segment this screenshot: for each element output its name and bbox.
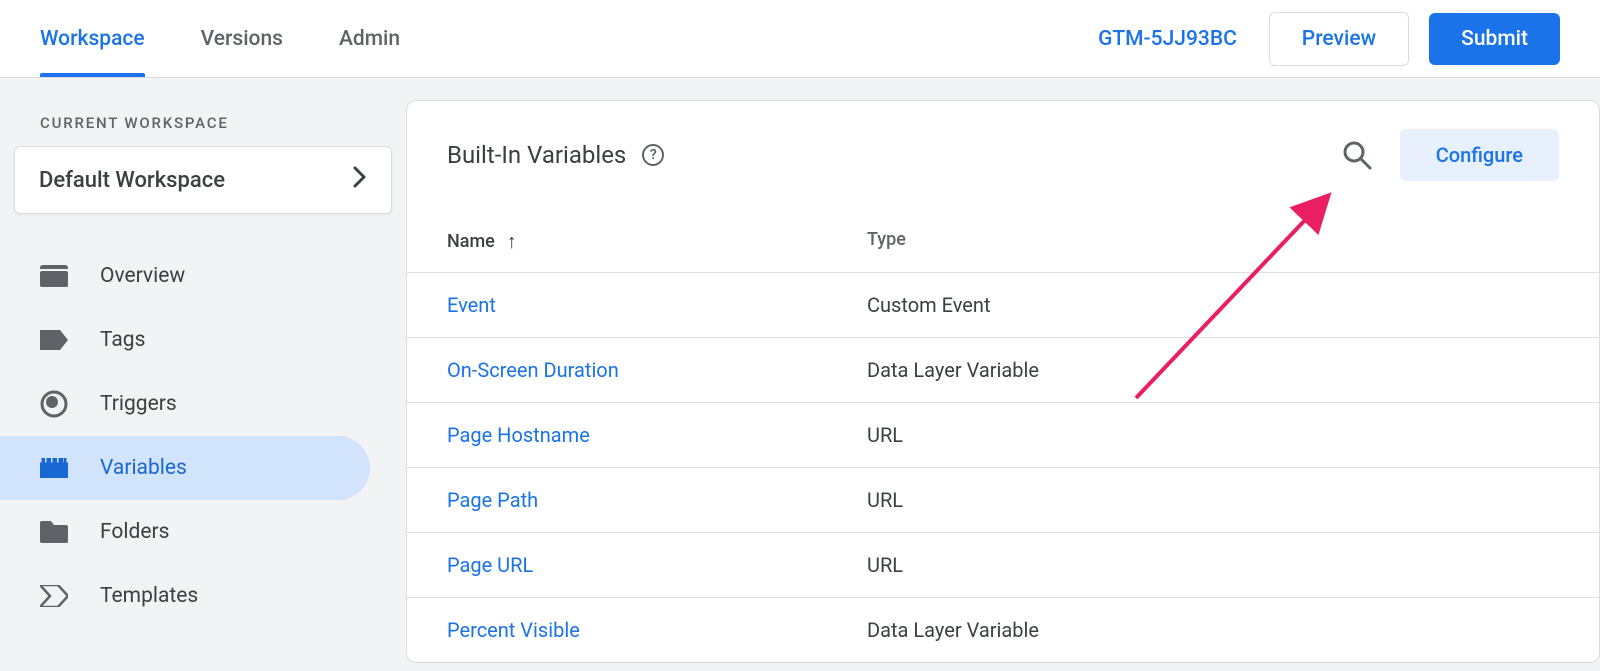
column-header-type[interactable]: Type xyxy=(867,229,1559,254)
help-icon[interactable]: ? xyxy=(642,144,664,166)
variable-type: URL xyxy=(867,488,1559,512)
sidebar-item-label: Variables xyxy=(100,456,187,480)
variable-type: Data Layer Variable xyxy=(867,358,1559,382)
submit-button[interactable]: Submit xyxy=(1429,13,1560,65)
tab-versions[interactable]: Versions xyxy=(201,3,283,75)
variable-name-link[interactable]: Event xyxy=(447,293,867,317)
table-row[interactable]: On-Screen Duration Data Layer Variable xyxy=(407,337,1599,402)
tab-admin[interactable]: Admin xyxy=(339,3,400,75)
folder-icon xyxy=(40,518,68,546)
sidebar-item-label: Folders xyxy=(100,520,169,544)
container-id[interactable]: GTM-5JJ93BC xyxy=(1098,27,1237,51)
variable-name-link[interactable]: Page Hostname xyxy=(447,423,867,447)
card-header-actions: Configure xyxy=(1342,129,1559,181)
sidebar-item-folders[interactable]: Folders xyxy=(0,500,370,564)
builtin-variables-card: Built-In Variables ? Configure Name ↑ Ty… xyxy=(406,100,1600,663)
sidebar-item-label: Overview xyxy=(100,264,185,288)
table-row[interactable]: Page Hostname URL xyxy=(407,402,1599,467)
variables-icon xyxy=(40,454,68,482)
sort-arrow-icon: ↑ xyxy=(507,229,517,254)
variable-name-link[interactable]: Page URL xyxy=(447,553,867,577)
workspace-name: Default Workspace xyxy=(39,168,225,193)
table-header: Name ↑ Type xyxy=(407,201,1599,272)
sidebar-nav: Overview Tags Triggers Variables xyxy=(0,244,406,628)
table-row[interactable]: Event Custom Event xyxy=(407,272,1599,337)
sidebar-item-tags[interactable]: Tags xyxy=(0,308,370,372)
workspace-selector[interactable]: Default Workspace xyxy=(14,146,392,214)
sidebar-item-overview[interactable]: Overview xyxy=(0,244,370,308)
sidebar-section-label: CURRENT WORKSPACE xyxy=(0,106,406,146)
sidebar-item-variables[interactable]: Variables xyxy=(0,436,370,500)
sidebar-item-label: Templates xyxy=(100,584,198,608)
top-header: Workspace Versions Admin GTM-5JJ93BC Pre… xyxy=(0,0,1600,78)
column-header-name[interactable]: Name ↑ xyxy=(447,229,867,254)
table-row[interactable]: Percent Visible Data Layer Variable xyxy=(407,597,1599,662)
search-icon[interactable] xyxy=(1342,140,1372,170)
sidebar-item-triggers[interactable]: Triggers xyxy=(0,372,370,436)
sidebar-item-label: Triggers xyxy=(100,392,177,416)
card-title: Built-In Variables xyxy=(447,141,626,169)
chevron-right-icon xyxy=(353,165,367,195)
configure-button[interactable]: Configure xyxy=(1400,129,1559,181)
tag-icon xyxy=(40,326,68,354)
tab-workspace[interactable]: Workspace xyxy=(40,3,145,75)
variable-name-link[interactable]: Page Path xyxy=(447,488,867,512)
variable-type: Data Layer Variable xyxy=(867,618,1559,642)
sidebar-item-templates[interactable]: Templates xyxy=(0,564,370,628)
header-actions: GTM-5JJ93BC Preview Submit xyxy=(1098,12,1560,66)
variable-name-link[interactable]: On-Screen Duration xyxy=(447,358,867,382)
preview-button[interactable]: Preview xyxy=(1269,12,1409,66)
main-content: Built-In Variables ? Configure Name ↑ Ty… xyxy=(406,78,1600,671)
variable-type: URL xyxy=(867,553,1559,577)
trigger-icon xyxy=(40,390,68,418)
sidebar-item-label: Tags xyxy=(100,328,145,352)
header-tabs: Workspace Versions Admin xyxy=(40,3,400,75)
table-row[interactable]: Page Path URL xyxy=(407,467,1599,532)
template-icon xyxy=(40,582,68,610)
variable-type: URL xyxy=(867,423,1559,447)
sidebar: CURRENT WORKSPACE Default Workspace Over… xyxy=(0,78,406,671)
variable-type: Custom Event xyxy=(867,293,1559,317)
overview-icon xyxy=(40,262,68,290)
table-row[interactable]: Page URL URL xyxy=(407,532,1599,597)
card-header: Built-In Variables ? Configure xyxy=(407,101,1599,201)
column-name-label: Name xyxy=(447,231,495,252)
variable-name-link[interactable]: Percent Visible xyxy=(447,618,867,642)
